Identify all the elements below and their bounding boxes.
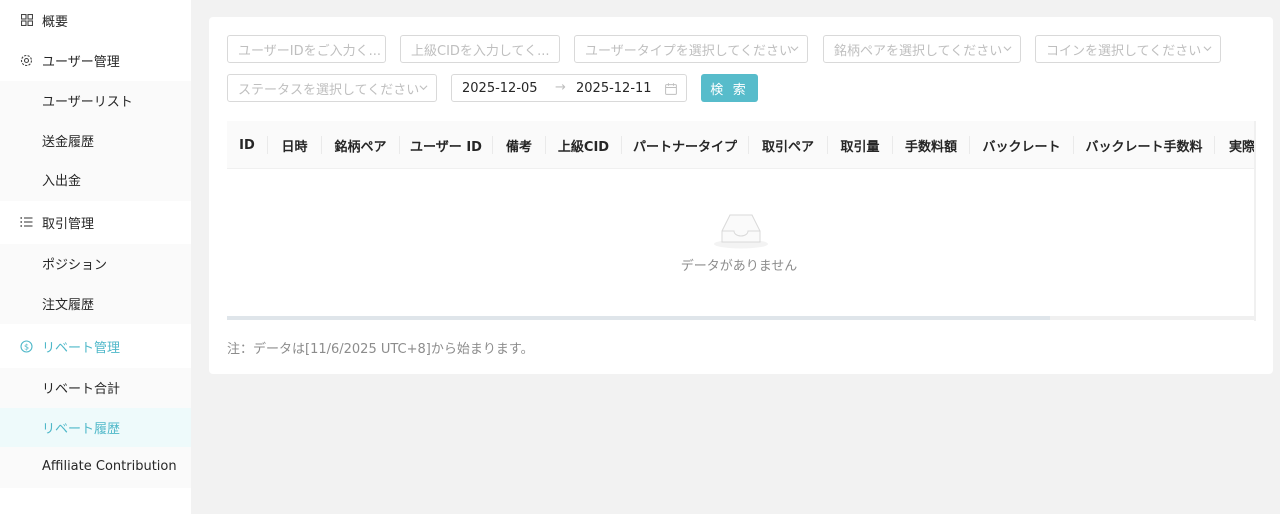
user-type-placeholder: ユーザータイプを選択してください [585, 43, 792, 59]
sidebar-item-label: リベート履歴 [42, 421, 121, 437]
chevron-down-icon [790, 46, 799, 52]
sidebar-item-label: ポジション [42, 258, 108, 274]
chevron-down-icon [1003, 46, 1012, 52]
horizontal-scrollbar[interactable] [227, 316, 1255, 320]
sidebar-item-label: 入出金 [42, 174, 82, 190]
col-trade-pair[interactable]: 取引ペア [749, 121, 827, 169]
status-select[interactable]: ステータスを選択してください [227, 74, 437, 102]
sidebar-item-label: 注文履歴 [42, 297, 95, 313]
search-button[interactable]: 検 索 [701, 74, 758, 102]
menu-overview-label: 概要 [42, 14, 69, 30]
sidebar-item-label: リベート合計 [42, 382, 121, 398]
pair-placeholder: 銘柄ペアを選択してください [834, 43, 1003, 59]
col-symbol-pair[interactable]: 銘柄ペア [322, 121, 399, 169]
pair-select[interactable]: 銘柄ペアを選択してください [823, 35, 1021, 63]
menu-trade-management[interactable]: 取引管理 [0, 202, 191, 242]
menu-rebate-management-label: リベート管理 [42, 340, 121, 356]
coin-select[interactable]: コインを選択してください [1035, 35, 1221, 63]
table-fixed-edge [1254, 121, 1256, 321]
col-backrate[interactable]: バックレート [970, 121, 1073, 169]
col-fee-amount[interactable]: 手数料額 [893, 121, 969, 169]
sidebar-item-label: Affiliate Contribution [42, 459, 177, 475]
sidebar-item-transfer-history[interactable]: 送金履歴 [0, 121, 191, 161]
sidebar-item-positions[interactable]: ポジション [0, 244, 191, 284]
col-remark[interactable]: 備考 [493, 121, 545, 169]
rebate-submenu: リベート合計 リベート履歴 Affiliate Contribution [0, 368, 191, 488]
table-header: ID 日時 銘柄ペア ユーザー ID 備考 上級CID パートナータイプ 取引ペ… [227, 121, 1255, 169]
col-volume[interactable]: 取引量 [828, 121, 892, 169]
chevron-down-icon [419, 85, 428, 91]
col-backrate-fee[interactable]: バックレート手数料 [1074, 121, 1214, 169]
col-id[interactable]: ID [227, 121, 267, 169]
sidebar-item-label: ユーザーリスト [42, 95, 133, 111]
sidebar-item-label: 送金履歴 [42, 134, 95, 150]
chevron-down-icon [1203, 46, 1212, 52]
user-submenu: ユーザーリスト 送金履歴 入出金 [0, 81, 191, 201]
col-actual[interactable]: 実際 [1215, 121, 1255, 169]
calendar-icon [665, 83, 677, 95]
sidebar-item-rebate-total[interactable]: リベート合計 [0, 368, 191, 408]
menu-trade-management-label: 取引管理 [42, 216, 95, 232]
main-card: ユーザーIDをご入力く... 上級CIDを入力してく... ユーザータイプを選択… [209, 17, 1273, 374]
menu-user-management[interactable]: ユーザー管理 [0, 40, 191, 80]
upper-cid-input[interactable]: 上級CIDを入力してく... [400, 35, 560, 63]
col-partner-type[interactable]: パートナータイプ [622, 121, 748, 169]
user-id-input[interactable]: ユーザーIDをご入力く... [227, 35, 386, 63]
col-user-id[interactable]: ユーザー ID [400, 121, 492, 169]
sidebar-item-user-list[interactable]: ユーザーリスト [0, 81, 191, 121]
menu-user-management-label: ユーザー管理 [42, 54, 120, 70]
empty-text: データがありません [680, 259, 798, 274]
col-datetime[interactable]: 日時 [268, 121, 321, 169]
date-from[interactable]: 2025-12-05 [462, 81, 538, 96]
scrollbar-thumb[interactable] [227, 316, 1050, 320]
sidebar-item-rebate-history[interactable]: リベート履歴 [0, 407, 191, 447]
user-type-select[interactable]: ユーザータイプを選択してください [574, 35, 808, 63]
col-upper-cid[interactable]: 上級CID [546, 121, 621, 169]
menu-overview[interactable]: 概要 [0, 0, 191, 40]
dollar-circle-icon: $ [20, 339, 33, 353]
status-placeholder: ステータスを選択してください [238, 82, 420, 98]
sidebar-item-order-history[interactable]: 注文履歴 [0, 284, 191, 324]
grid-icon [20, 14, 33, 27]
svg-text:$: $ [24, 342, 29, 351]
user-id-placeholder: ユーザーIDをご入力く... [238, 43, 381, 59]
coin-placeholder: コインを選択してください [1046, 43, 1202, 59]
gear-icon [20, 54, 33, 67]
upper-cid-placeholder: 上級CIDを入力してく... [411, 43, 550, 59]
sidebar: 概要 ユーザー管理 ユーザーリスト 送金履歴 入出金 取引管理 ポジション 注文… [0, 0, 191, 514]
data-note: 注：データは[11/6/2025 UTC+8]から始まります。 [227, 342, 534, 357]
date-separator: → [555, 80, 566, 95]
date-range-picker[interactable]: 2025-12-05 → 2025-12-11 [451, 74, 687, 102]
empty-icon [685, 211, 797, 253]
date-to[interactable]: 2025-12-11 [576, 81, 652, 96]
sidebar-item-affiliate-contribution[interactable]: Affiliate Contribution [0, 447, 191, 487]
sidebar-item-deposit-withdrawal[interactable]: 入出金 [0, 160, 191, 200]
list-icon [20, 216, 33, 229]
menu-rebate-management[interactable]: $ リベート管理 [0, 326, 191, 366]
trade-submenu: ポジション 注文履歴 [0, 244, 191, 324]
